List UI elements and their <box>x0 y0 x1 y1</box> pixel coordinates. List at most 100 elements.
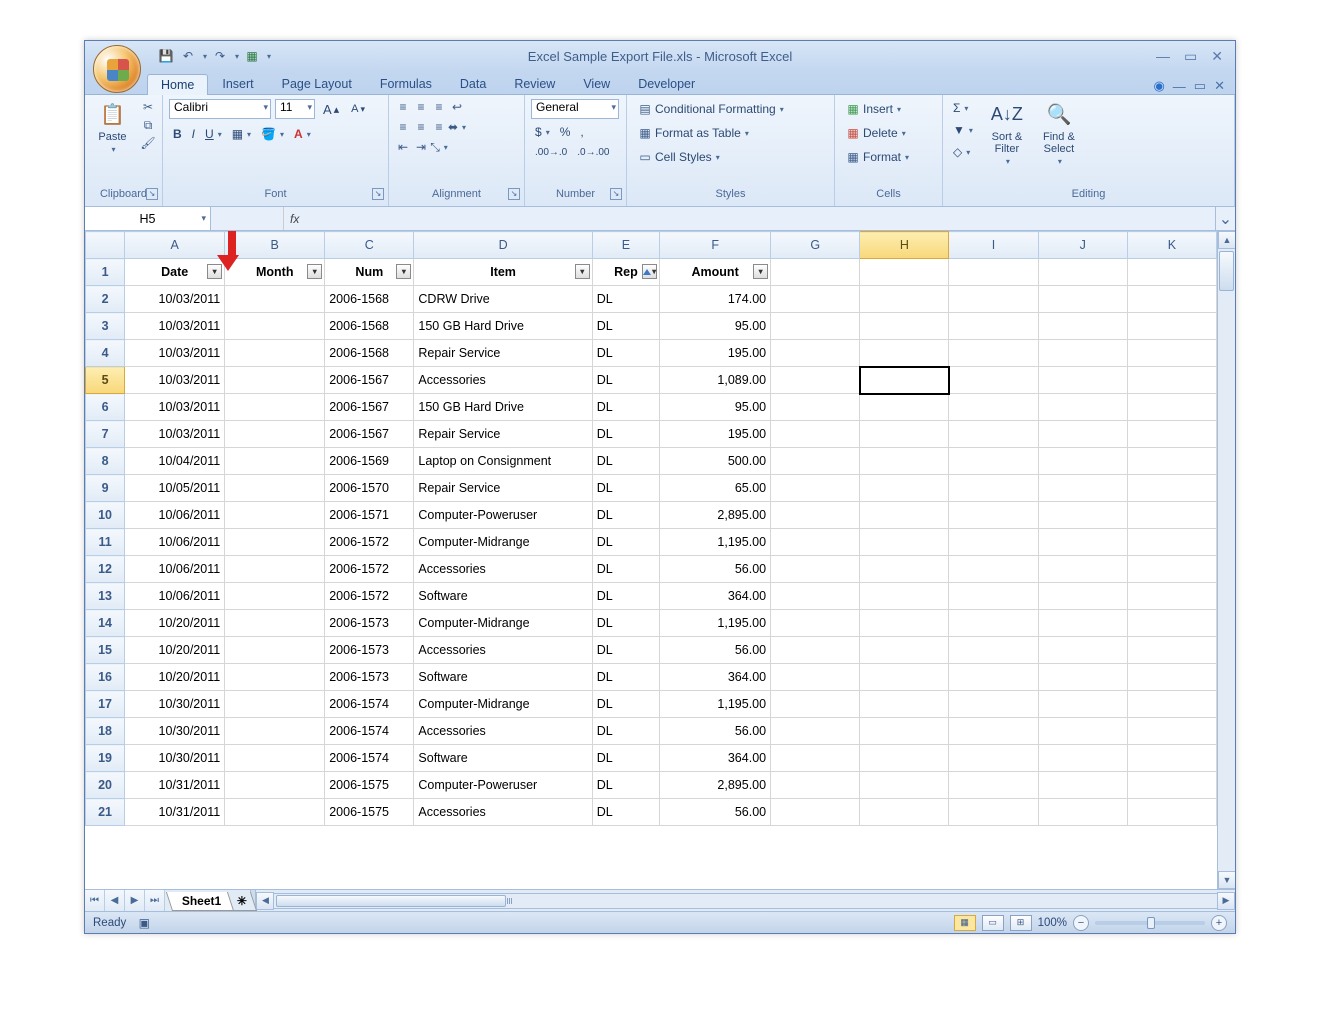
cell[interactable]: 2006-1567 <box>325 367 414 394</box>
cell[interactable] <box>860 340 949 367</box>
cell[interactable] <box>1038 745 1127 772</box>
italic-button[interactable]: I <box>188 125 199 143</box>
filter-date-icon[interactable]: ▾ <box>207 264 222 279</box>
col-header-G[interactable]: G <box>771 232 860 259</box>
cell[interactable]: 2006-1574 <box>325 718 414 745</box>
col-header-F[interactable]: F <box>660 232 771 259</box>
cell[interactable] <box>225 502 325 529</box>
cell[interactable]: 500.00 <box>660 448 771 475</box>
cell[interactable] <box>225 448 325 475</box>
cell[interactable] <box>860 421 949 448</box>
row-header-11[interactable]: 11 <box>86 529 125 556</box>
cell[interactable]: 1,195.00 <box>660 529 771 556</box>
cell[interactable] <box>860 313 949 340</box>
save-icon[interactable]: 💾 <box>157 47 175 65</box>
row-header-16[interactable]: 16 <box>86 664 125 691</box>
cell[interactable]: 56.00 <box>660 799 771 826</box>
cell[interactable] <box>771 529 860 556</box>
col-header-A[interactable]: A <box>125 232 225 259</box>
font-color-icon[interactable]: A▾ <box>290 125 315 143</box>
align-center-icon[interactable]: ≡ <box>413 119 429 135</box>
cell[interactable] <box>949 691 1038 718</box>
cell[interactable] <box>860 772 949 799</box>
cell[interactable]: 10/06/2011 <box>125 529 225 556</box>
cell[interactable] <box>225 475 325 502</box>
cell[interactable] <box>1127 556 1216 583</box>
percent-icon[interactable]: % <box>556 123 575 141</box>
page-layout-view-icon[interactable]: ▭ <box>982 915 1004 931</box>
cell[interactable] <box>949 772 1038 799</box>
cell[interactable] <box>771 718 860 745</box>
cell[interactable]: 10/31/2011 <box>125 799 225 826</box>
row-header-7[interactable]: 7 <box>86 421 125 448</box>
cell[interactable]: 10/03/2011 <box>125 313 225 340</box>
col-header-D[interactable]: D <box>414 232 592 259</box>
cell[interactable]: Computer-Poweruser <box>414 502 592 529</box>
cell[interactable] <box>771 664 860 691</box>
table-header-date[interactable]: Date▾ <box>125 259 225 286</box>
cell[interactable] <box>1038 583 1127 610</box>
cell[interactable] <box>1038 448 1127 475</box>
cell[interactable]: 2006-1570 <box>325 475 414 502</box>
help-icon[interactable]: ◉ <box>1153 78 1164 94</box>
decrease-indent-icon[interactable]: ⇤ <box>395 139 411 155</box>
cell[interactable] <box>225 529 325 556</box>
cell[interactable] <box>949 745 1038 772</box>
filter-num-icon[interactable]: ▾ <box>396 264 411 279</box>
cell[interactable] <box>860 799 949 826</box>
align-bottom-icon[interactable]: ≡ <box>431 99 447 115</box>
row-header-2[interactable]: 2 <box>86 286 125 313</box>
cell[interactable] <box>225 394 325 421</box>
macro-record-icon[interactable]: ▣ <box>136 915 152 931</box>
cell[interactable]: 2006-1573 <box>325 664 414 691</box>
autosum-icon[interactable]: Σ▾ <box>949 99 977 117</box>
table-header-item[interactable]: Item▾ <box>414 259 592 286</box>
format-as-table-button[interactable]: ▦Format as Table▾ <box>633 123 788 143</box>
cell[interactable] <box>1127 745 1216 772</box>
cell[interactable]: 10/30/2011 <box>125 691 225 718</box>
mdi-minimize-icon[interactable]: — <box>1173 79 1186 94</box>
cell[interactable]: 10/06/2011 <box>125 556 225 583</box>
cell[interactable] <box>771 340 860 367</box>
row-header-10[interactable]: 10 <box>86 502 125 529</box>
cell[interactable] <box>225 664 325 691</box>
mdi-close-icon[interactable]: ✕ <box>1214 78 1225 94</box>
cell[interactable] <box>949 394 1038 421</box>
cell[interactable] <box>225 367 325 394</box>
cell[interactable] <box>949 637 1038 664</box>
cell[interactable]: CDRW Drive <box>414 286 592 313</box>
cell[interactable] <box>949 502 1038 529</box>
excel-icon[interactable]: ▦ <box>243 47 261 65</box>
cell[interactable]: 10/30/2011 <box>125 745 225 772</box>
cell[interactable]: DL <box>592 502 659 529</box>
active-cell[interactable] <box>860 367 949 394</box>
cell[interactable]: 2,895.00 <box>660 772 771 799</box>
cell[interactable] <box>1038 394 1127 421</box>
cell[interactable]: 65.00 <box>660 475 771 502</box>
cell[interactable] <box>860 745 949 772</box>
font-dialog-icon[interactable]: ↘ <box>372 188 384 200</box>
cell[interactable] <box>771 772 860 799</box>
font-name-select[interactable]: Calibri <box>169 99 271 119</box>
cell[interactable]: 10/04/2011 <box>125 448 225 475</box>
cell[interactable] <box>860 529 949 556</box>
cell[interactable] <box>949 664 1038 691</box>
cell[interactable] <box>1038 772 1127 799</box>
align-middle-icon[interactable]: ≡ <box>413 99 429 115</box>
cell[interactable] <box>771 799 860 826</box>
cell[interactable]: 95.00 <box>660 394 771 421</box>
maximize-icon[interactable]: ▭ <box>1184 48 1197 65</box>
next-sheet-icon[interactable]: ▶ <box>125 890 145 911</box>
cell[interactable]: DL <box>592 475 659 502</box>
cell[interactable]: Software <box>414 745 592 772</box>
cell[interactable]: 2006-1573 <box>325 637 414 664</box>
cell[interactable]: 1,195.00 <box>660 610 771 637</box>
cell[interactable]: Software <box>414 664 592 691</box>
cell[interactable]: 2,895.00 <box>660 502 771 529</box>
cell[interactable] <box>225 799 325 826</box>
zoom-thumb[interactable] <box>1147 917 1155 929</box>
orientation-icon[interactable]: ⤡▾ <box>431 139 447 155</box>
wrap-text-icon[interactable]: ↩ <box>449 99 465 115</box>
grid[interactable]: ABCDEFGHIJK1Date▾Month▾Num▾Item▾Rep▾Amou… <box>85 231 1217 889</box>
cell[interactable]: 95.00 <box>660 313 771 340</box>
